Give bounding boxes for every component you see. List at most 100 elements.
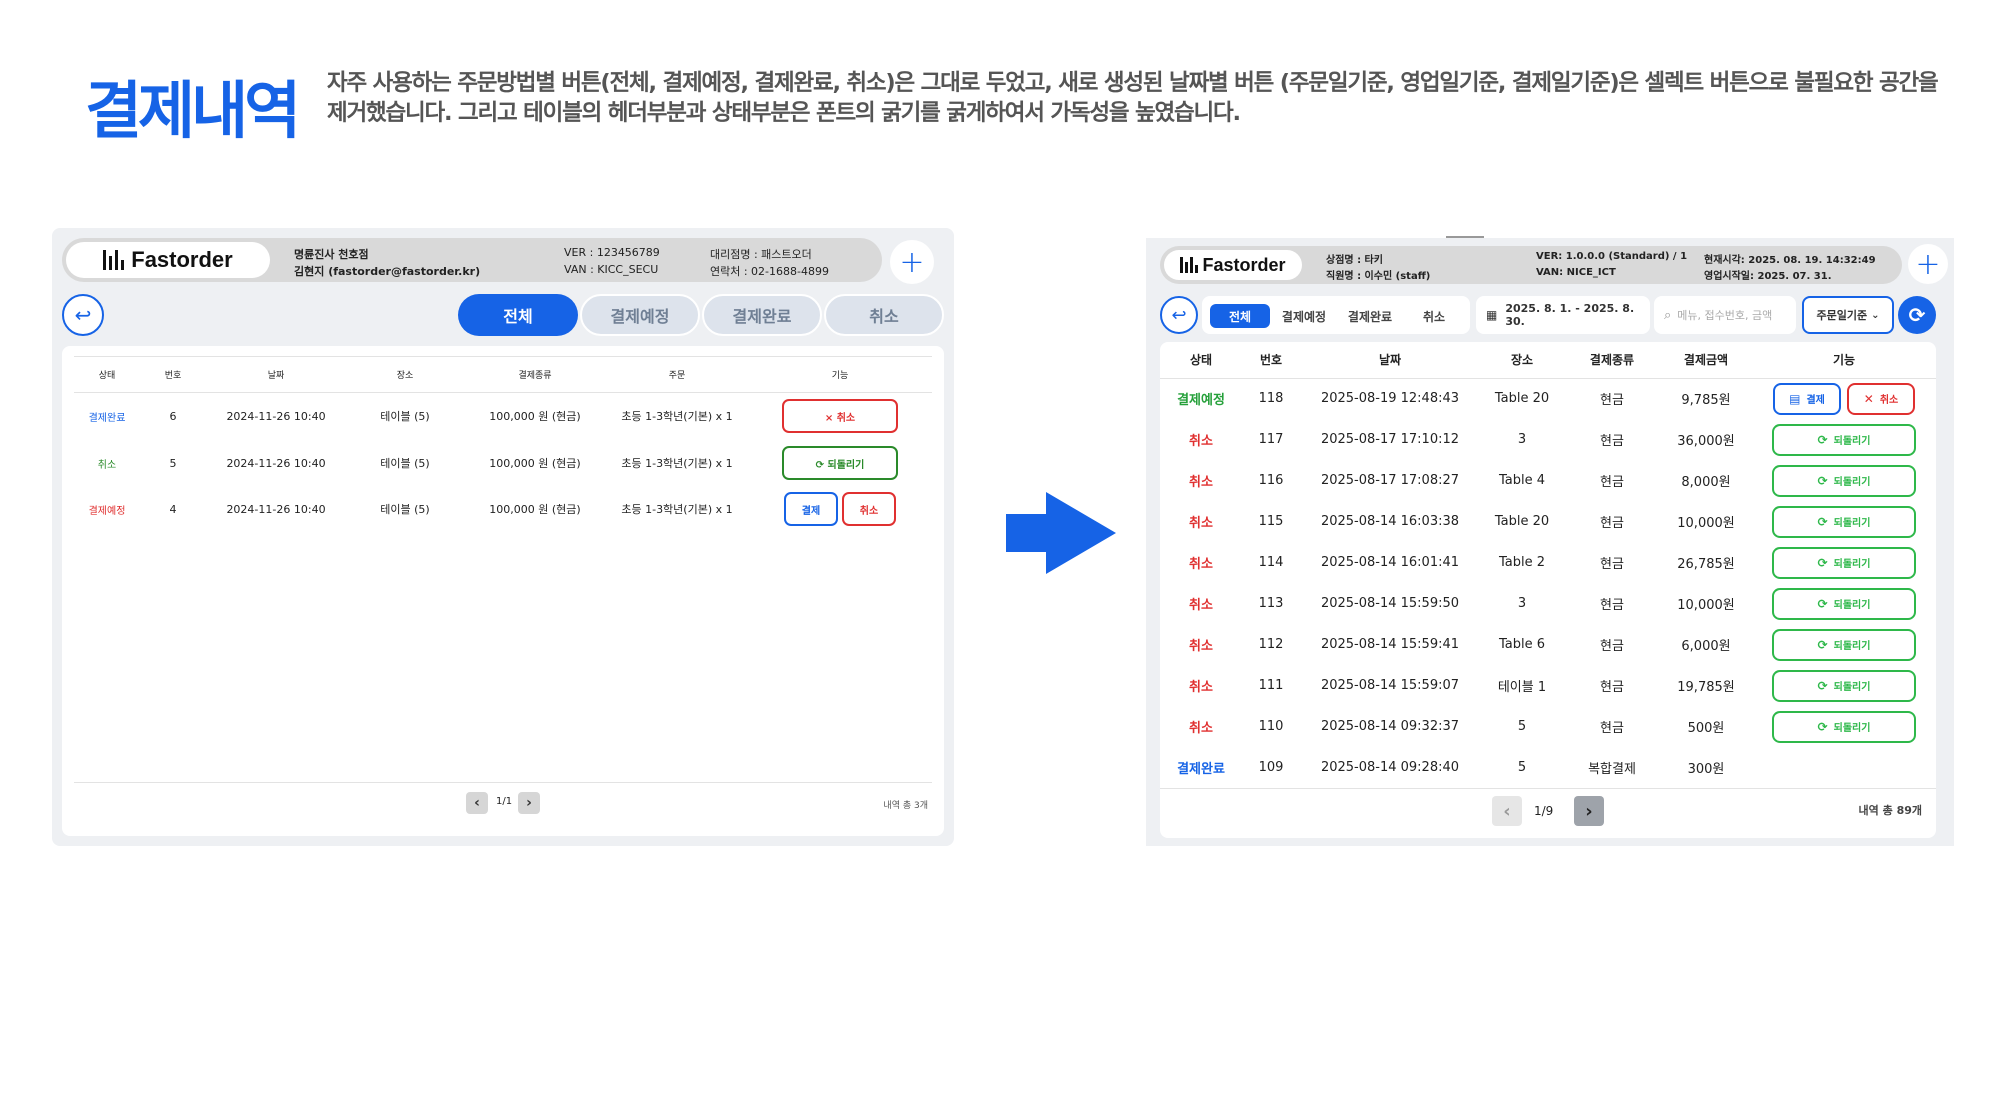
- restore-button[interactable]: ⟳ 되돌리기: [1772, 628, 1916, 661]
- after-next-page-button[interactable]: ›: [1574, 796, 1604, 826]
- actions-cell: ▤ 결제 ✕ 취소: [1752, 378, 1936, 419]
- refresh-icon: ⟳: [1817, 514, 1828, 529]
- date-cell: 2025-08-17 17:10:12: [1320, 432, 1460, 447]
- after-tab-cancel[interactable]: 취소: [1404, 304, 1464, 328]
- after-date-range-picker[interactable]: ▦ 2025. 8. 1. - 2025. 8. 30.: [1476, 296, 1650, 334]
- before-tab-pending[interactable]: 결제예정: [580, 294, 700, 336]
- place-cell: 테이블 (5): [380, 457, 430, 470]
- amount-cell: 10,000원: [1677, 516, 1735, 531]
- logo-icon: [1180, 257, 1198, 273]
- payment-type-cell: 현금: [1600, 557, 1624, 572]
- status-cell: 취소: [1189, 721, 1213, 736]
- card-icon: ▤: [1789, 391, 1801, 406]
- table-row: 취소 111 2025-08-14 15:59:07 테이블 1 현금 19,785원 ⟳ 되…: [1160, 665, 1936, 706]
- place-cell: Table 20: [1494, 514, 1550, 529]
- payment-type-cell: 현금: [1600, 721, 1624, 736]
- status-cell: 결제완료: [88, 412, 126, 424]
- restore-button[interactable]: ⟳ 되돌리기: [1772, 505, 1916, 538]
- status-cell: 취소: [1189, 680, 1213, 695]
- number-cell: 117: [1258, 432, 1284, 447]
- number-cell: 110: [1258, 719, 1284, 734]
- date-cell: 2024-11-26 10:40: [226, 502, 326, 516]
- restore-button[interactable]: ⟳ 되돌리기: [1772, 464, 1916, 497]
- logo-icon: [103, 250, 125, 270]
- column-header: 상태: [1189, 353, 1213, 368]
- date-cell: 2025-08-19 12:48:43: [1320, 391, 1460, 407]
- restore-button-label: 되돌리기: [1833, 436, 1871, 447]
- after-status-tabs: 전체 결제예정 결제완료 취소: [1202, 296, 1470, 334]
- restore-button[interactable]: ⟳ 되돌리기: [1772, 546, 1916, 579]
- number-cell: 4: [169, 502, 177, 516]
- status-cell: 취소: [97, 459, 117, 471]
- after-add-button[interactable]: +: [1908, 244, 1948, 284]
- cancel-button-label: 취소: [1879, 395, 1899, 407]
- table-row: 취소 116 2025-08-17 17:08:27 Table 4 현금 8,000원 ⟳…: [1160, 460, 1936, 501]
- after-tab-all[interactable]: 전체: [1210, 304, 1270, 328]
- date-cell: 2025-08-14 16:01:41: [1320, 555, 1460, 570]
- restore-button[interactable]: ⟳ 되돌리기: [1772, 423, 1916, 456]
- cancel-button[interactable]: × 취소: [782, 399, 898, 434]
- pay-button[interactable]: 결제: [784, 492, 838, 526]
- after-prev-page-button[interactable]: ‹: [1492, 796, 1522, 826]
- date-cell: 2024-11-26 10:40: [226, 409, 326, 423]
- after-tab-pending[interactable]: 결제예정: [1272, 304, 1336, 328]
- payment-type-cell: 현금: [1600, 393, 1624, 409]
- after-refresh-button[interactable]: ⟳: [1898, 296, 1936, 334]
- actions-cell: ⟳ 되돌리기: [1752, 583, 1936, 624]
- payment-cell: 100,000 원 (현금): [489, 457, 581, 470]
- after-search-placeholder: 메뉴, 접수번호, 금액: [1677, 309, 1773, 322]
- column-header: 결제종류: [518, 371, 552, 382]
- date-cell: 2025-08-14 15:59:07: [1320, 678, 1460, 693]
- before-tab-cancel[interactable]: 취소: [824, 294, 944, 336]
- amount-cell: 10,000원: [1677, 598, 1735, 613]
- refresh-icon: ⟳: [1817, 596, 1828, 611]
- after-date-basis-select[interactable]: 주문일기준 ⌄: [1802, 296, 1894, 334]
- table-row: 취소 5 2024-11-26 10:40 테이블 (5) 100,000 원 (현금)…: [74, 440, 932, 486]
- actions-cell: 결제 취소: [748, 486, 932, 532]
- cancel-button[interactable]: 취소: [842, 492, 896, 526]
- restore-button-label: 되돌리기: [1833, 518, 1871, 529]
- place-cell: Table 6: [1498, 637, 1546, 652]
- restore-button[interactable]: ⟳ 되돌리기: [1772, 587, 1916, 620]
- status-cell: 취소: [1189, 598, 1213, 613]
- before-tab-all[interactable]: 전체: [458, 294, 578, 336]
- status-cell: 취소: [1189, 434, 1213, 449]
- before-next-page-button[interactable]: ›: [518, 792, 540, 814]
- after-logo-text: Fastorder: [1202, 254, 1286, 275]
- table-row: 취소 115 2025-08-14 16:03:38 Table 20 현금 10,000…: [1160, 501, 1936, 542]
- date-cell: 2025-08-14 16:03:38: [1320, 514, 1460, 529]
- column-header: 기능: [831, 371, 849, 382]
- calendar-icon: ▦: [1486, 308, 1498, 322]
- column-header: 결제금액: [1683, 353, 1729, 368]
- restore-button-label: 되돌리기: [1833, 682, 1871, 693]
- before-page-indicator: 1/1: [496, 796, 513, 807]
- table-row: 결제완료 109 2025-08-14 09:28:40 5 복합결제 300원: [1160, 747, 1936, 788]
- before-add-button[interactable]: +: [890, 240, 934, 284]
- close-icon: ✕: [1863, 391, 1874, 406]
- actions-cell: ⟳ 되돌리기: [1752, 542, 1936, 583]
- after-tab-paid[interactable]: 결제완료: [1338, 304, 1402, 328]
- before-tab-paid[interactable]: 결제완료: [702, 294, 822, 336]
- date-cell: 2025-08-14 15:59:41: [1320, 637, 1460, 652]
- payment-type-cell: 현금: [1600, 434, 1624, 449]
- refresh-icon: ⟳: [1817, 637, 1828, 652]
- before-screenshot: Fastorder 명륜진사 천호점 김현지 (fastorder@fastor…: [52, 228, 954, 846]
- place-cell: 테이블 1: [1497, 680, 1547, 695]
- page-title: 결제내역: [85, 74, 301, 147]
- refresh-icon: ⟳: [1817, 432, 1828, 447]
- restore-button[interactable]: ⟳ 되돌리기: [782, 446, 898, 480]
- after-back-button[interactable]: ↩: [1160, 296, 1198, 334]
- after-date-range-text: 2025. 8. 1. - 2025. 8. 30.: [1505, 302, 1635, 328]
- before-back-button[interactable]: ↩: [62, 294, 104, 336]
- date-cell: 2025-08-17 17:08:27: [1320, 473, 1460, 488]
- actions-cell: [1752, 747, 1936, 788]
- after-search-field[interactable]: ⌕ 메뉴, 접수번호, 금액: [1654, 296, 1796, 334]
- cancel-button[interactable]: ✕ 취소: [1847, 382, 1915, 415]
- before-prev-page-button[interactable]: ‹: [466, 792, 488, 814]
- before-user-name: 김현지 (fastorder@fastorder.kr): [294, 265, 481, 278]
- restore-button[interactable]: ⟳ 되돌리기: [1772, 669, 1916, 702]
- place-cell: 3: [1517, 596, 1527, 611]
- pay-button[interactable]: ▤ 결제: [1773, 382, 1841, 415]
- after-current-time: 현재시각: 2025. 08. 19. 14:32:49: [1704, 255, 1876, 266]
- restore-button[interactable]: ⟳ 되돌리기: [1772, 710, 1916, 743]
